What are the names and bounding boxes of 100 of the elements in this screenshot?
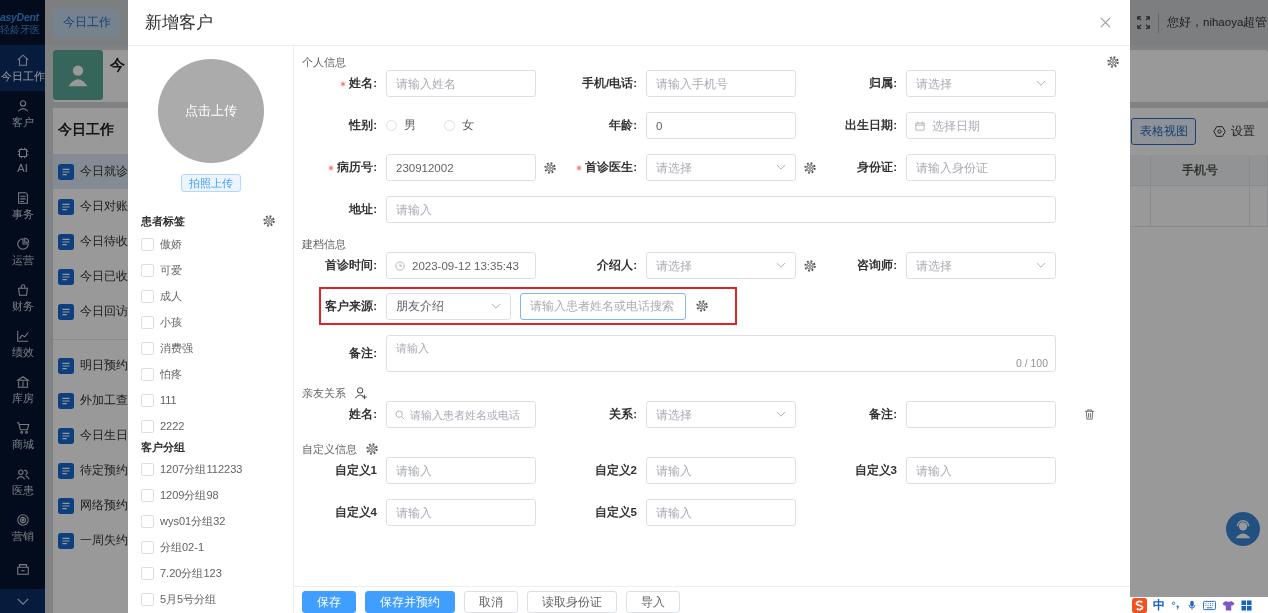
punctuation-icon[interactable] <box>1171 600 1181 610</box>
checkbox[interactable] <box>141 289 154 303</box>
footer-button[interactable]: 读取身份证 <box>527 591 617 613</box>
menu-item[interactable]: 今日回访 <box>53 294 128 329</box>
nav-item[interactable]: 营销 <box>0 505 45 551</box>
text-field[interactable] <box>906 401 1056 428</box>
menu-item[interactable]: 待定预约 <box>53 453 128 488</box>
shirt-icon[interactable] <box>1222 599 1235 611</box>
footer-button[interactable]: 取消 <box>464 591 518 613</box>
text-field[interactable]: 230912002 <box>386 154 536 181</box>
close-icon[interactable] <box>1100 17 1111 28</box>
input-method-logo-icon[interactable] <box>1132 597 1147 613</box>
settings-icon[interactable] <box>543 160 557 175</box>
settings-icon[interactable] <box>803 258 817 273</box>
checkbox[interactable] <box>141 263 154 277</box>
microphone-icon[interactable] <box>1187 599 1197 611</box>
checkbox-label[interactable]: 1207分组112233 <box>160 462 243 478</box>
checkbox-label[interactable]: 1209分组98 <box>160 488 219 504</box>
checkbox[interactable] <box>141 367 154 381</box>
text-field[interactable]: 请输入 <box>906 457 1056 484</box>
menu-item[interactable]: 外加工查 <box>53 383 128 418</box>
text-field[interactable]: 请输入 <box>646 457 796 484</box>
checkbox[interactable] <box>141 393 154 407</box>
text-field[interactable]: 请输入 <box>386 457 536 484</box>
menu-item[interactable]: 今日就诊 <box>53 154 128 189</box>
text-field[interactable]: 请输入手机号 <box>646 70 796 97</box>
text-field[interactable]: 0 <box>646 112 796 139</box>
checkbox[interactable] <box>141 315 154 329</box>
menu-item[interactable]: 今日生日 <box>53 418 128 453</box>
text-field[interactable]: 请输入 <box>386 499 536 526</box>
checkbox[interactable] <box>141 541 154 555</box>
radio-label[interactable]: 男 <box>404 118 416 133</box>
input-mode-label[interactable]: 中 <box>1153 598 1165 612</box>
menu-item[interactable]: 今日对账 <box>53 189 128 224</box>
settings-icon[interactable] <box>1106 55 1120 69</box>
date-field[interactable]: 2023-09-12 13:35:43 <box>386 252 536 279</box>
text-field[interactable]: 请输入身份证 <box>906 154 1056 181</box>
nav-item[interactable]: 事务 <box>0 183 45 229</box>
select-field[interactable]: 请选择 <box>646 252 796 279</box>
radio-button[interactable] <box>386 120 397 131</box>
checkbox-label[interactable]: wys01分组32 <box>160 514 226 530</box>
settings-icon[interactable] <box>803 160 817 175</box>
checkbox[interactable] <box>141 341 154 355</box>
settings-icon[interactable] <box>262 214 276 229</box>
table-view-button[interactable]: 表格视图 <box>1131 118 1196 145</box>
select-field[interactable]: 请选择 <box>906 70 1056 97</box>
checkbox-label[interactable]: 成人 <box>160 288 182 304</box>
select-field[interactable]: 请选择 <box>906 252 1056 279</box>
checkbox[interactable] <box>141 515 154 529</box>
trash-icon[interactable] <box>1084 409 1095 420</box>
settings-icon[interactable] <box>365 442 379 456</box>
nav-item[interactable]: 库房 <box>0 367 45 413</box>
checkbox[interactable] <box>141 567 154 581</box>
keyboard-icon[interactable] <box>1203 599 1216 611</box>
checkbox-label[interactable]: 消费强 <box>160 340 193 356</box>
settings-icon[interactable] <box>695 299 709 313</box>
checkbox-label[interactable]: 小孩 <box>160 314 182 330</box>
search-field[interactable]: 请输入患者姓名或电话搜索 <box>520 292 686 320</box>
nav-item[interactable]: AI <box>0 137 45 183</box>
checkbox-label[interactable]: 分组02-1 <box>160 540 205 556</box>
select-field[interactable]: 请选择 <box>646 401 796 428</box>
menu-item[interactable]: 一周失约 <box>53 523 128 558</box>
checkbox-label[interactable]: 2222 <box>160 420 185 433</box>
nav-item[interactable]: 今日工作 <box>0 45 45 91</box>
checkbox[interactable] <box>141 593 154 607</box>
text-field[interactable]: 请输入 <box>386 196 1056 223</box>
text-field[interactable]: 请输入 <box>646 499 796 526</box>
checkbox[interactable] <box>141 489 154 503</box>
fullscreen-icon[interactable] <box>1137 16 1150 29</box>
nav-item[interactable]: 绩效 <box>0 321 45 367</box>
nav-item[interactable]: 财务 <box>0 275 45 321</box>
checkbox[interactable] <box>141 463 154 477</box>
checkbox[interactable] <box>141 419 154 433</box>
footer-button[interactable]: 导入 <box>626 591 680 613</box>
checkbox-label[interactable]: 7.20分组123 <box>160 566 222 582</box>
text-field[interactable]: 请输入姓名 <box>386 70 536 97</box>
menu-item[interactable]: 网络预约 <box>53 488 128 523</box>
collapse-button[interactable] <box>0 589 45 613</box>
radio-button[interactable] <box>444 120 455 131</box>
nav-item[interactable]: 商城 <box>0 413 45 459</box>
radio-label[interactable]: 女 <box>462 118 474 133</box>
checkbox-label[interactable]: 5月5号分组 <box>160 592 217 608</box>
nav-item[interactable]: 客户 <box>0 91 45 137</box>
user-greeting[interactable]: 您好，nihaoya超管 <box>1167 15 1268 30</box>
checkbox-label[interactable]: 111 <box>160 394 177 407</box>
search-field[interactable]: 请输入患者姓名或电话 <box>386 401 536 428</box>
checkbox-label[interactable]: 怕疼 <box>160 366 182 382</box>
select-field[interactable]: 请选择 <box>646 154 796 181</box>
settings-link[interactable]: 设置 <box>1231 123 1255 140</box>
add-person-icon[interactable] <box>354 386 368 400</box>
checkbox-label[interactable]: 傲娇 <box>160 236 182 252</box>
nav-item[interactable]: 医患 <box>0 459 45 505</box>
menu-item[interactable]: 明日预约 <box>53 348 128 383</box>
select-field[interactable]: 朋友介绍 <box>386 292 511 320</box>
checkbox-label[interactable]: 可爱 <box>160 262 182 278</box>
grid-icon[interactable] <box>1241 599 1252 611</box>
menu-item[interactable]: 今日待收 <box>53 224 128 259</box>
menu-item[interactable]: 今日已收 <box>53 259 128 294</box>
checkbox[interactable] <box>141 237 154 251</box>
date-field[interactable]: 选择日期 <box>906 112 1056 139</box>
